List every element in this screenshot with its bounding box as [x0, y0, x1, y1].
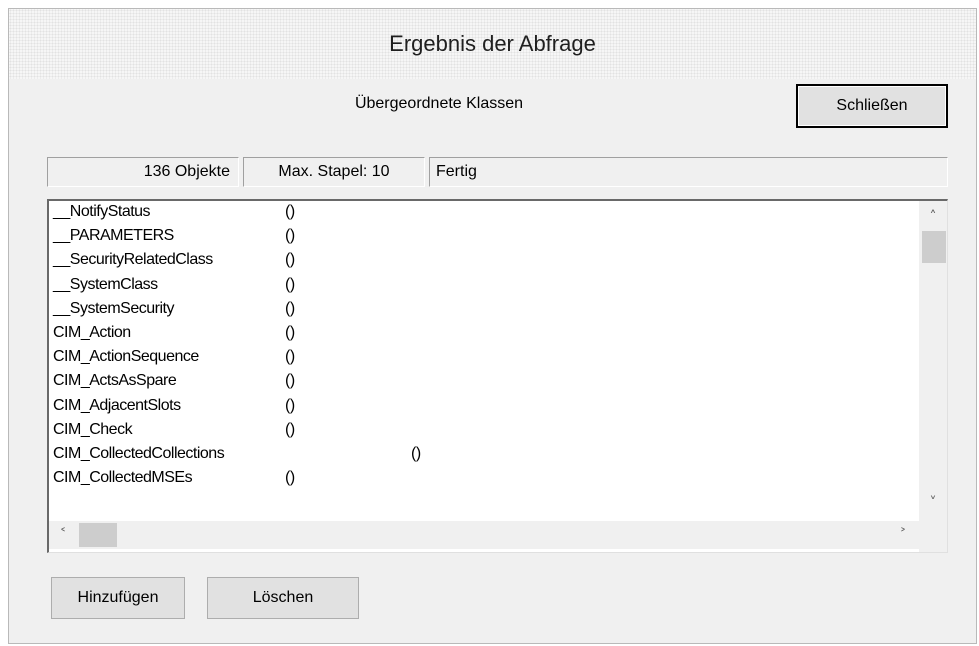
class-value: () [285, 372, 295, 390]
class-name: CIM_Check [53, 420, 133, 438]
class-name: __SystemClass [53, 275, 158, 293]
class-value: () [285, 469, 295, 487]
status-field: Fertig [429, 157, 948, 187]
class-name: __NotifyStatus [53, 203, 151, 220]
scroll-down-icon[interactable]: ˅ [919, 489, 947, 517]
results-listbox[interactable]: __NotifyStatus() __PARAMETERS() __Security… [47, 199, 948, 553]
class-value: () [285, 324, 295, 341]
title-bar[interactable]: Ergebnis der Abfrage [9, 9, 976, 79]
class-value: () [285, 348, 295, 366]
list-item[interactable]: CIM_CollectedMSEs () [53, 469, 913, 493]
scroll-left-icon[interactable]: ˂ [49, 521, 77, 549]
object-count-text: 136 Objekte [143, 163, 230, 180]
class-name: CIM_ActsAsSpare [53, 372, 177, 390]
class-name: CIM_Action [53, 324, 131, 341]
close-button[interactable]: Schließen [796, 84, 948, 128]
list-item[interactable]: CIM_ActsAsSpare () [53, 372, 913, 396]
horizontal-scroll-thumb[interactable] [79, 523, 117, 547]
horizontal-scrollbar[interactable]: ˂ ˃ [49, 521, 919, 549]
class-value: () [285, 420, 295, 438]
class-value: () [285, 227, 295, 245]
scroll-up-icon[interactable]: ˄ [919, 203, 947, 231]
class-value: () [285, 299, 295, 317]
class-value: () [285, 396, 295, 414]
class-name: __PARAMETERS [53, 227, 174, 245]
list-item[interactable]: CIM_AdjacentSlots () [53, 397, 913, 421]
delete-button[interactable]: Löschen [207, 577, 359, 619]
status-text: Fertig [436, 163, 477, 180]
vertical-scroll-thumb[interactable] [922, 231, 946, 263]
class-name: CIM_CollectedCollections [53, 445, 225, 462]
list-item[interactable]: CIM_Action () [53, 324, 913, 348]
query-result-dialog: Ergebnis der Abfrage Übergeordnete Klass… [8, 8, 977, 644]
scroll-right-icon[interactable]: ˃ [889, 521, 917, 549]
batch-size-text: Max. Stapel: 10 [278, 163, 390, 180]
object-count-field: 136 Objekte [47, 157, 239, 187]
class-value: () [285, 275, 295, 293]
add-button[interactable]: Hinzufügen [51, 577, 185, 619]
vertical-scrollbar[interactable]: ˄ ˅ [919, 201, 947, 521]
class-name: CIM_AdjacentSlots [53, 396, 181, 414]
list-item[interactable]: __SystemClass () [53, 276, 913, 300]
list-item[interactable]: __SecurityRelatedClass () [53, 251, 913, 275]
window-title: Ergebnis der Abfrage [389, 31, 596, 56]
list-item[interactable]: __PARAMETERS () [53, 227, 913, 251]
list-item[interactable]: CIM_Check () [53, 421, 913, 445]
class-value: () [285, 251, 295, 269]
class-value: () [411, 445, 421, 462]
class-value: () [285, 203, 295, 220]
batch-size-field: Max. Stapel: 10 [243, 157, 425, 187]
list-item[interactable]: __NotifyStatus () [53, 203, 913, 227]
superclasses-label: Übergeordnete Klassen [354, 95, 524, 112]
list-item[interactable]: __SystemSecurity () [53, 300, 913, 324]
class-name: CIM_ActionSequence [53, 348, 199, 366]
scroll-corner [919, 521, 947, 552]
class-name: CIM_CollectedMSEs [53, 469, 193, 487]
list-item[interactable]: CIM_CollectedCollections () [53, 445, 913, 469]
list-item[interactable]: CIM_ActionSequence () [53, 348, 913, 372]
class-name: __SystemSecurity [53, 299, 174, 317]
class-name: __SecurityRelatedClass [53, 251, 213, 269]
